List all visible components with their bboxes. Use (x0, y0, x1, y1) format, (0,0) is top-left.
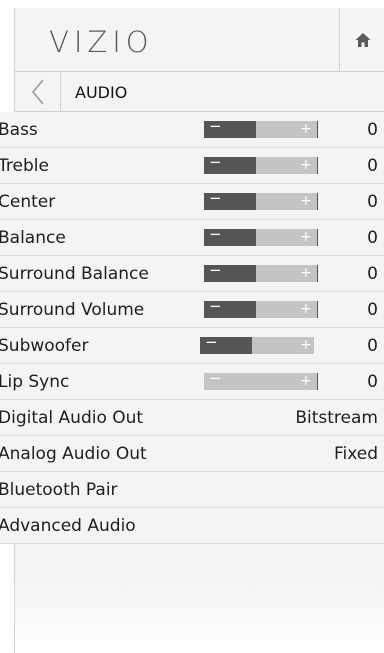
level-slider[interactable]: − + (204, 189, 318, 210)
minus-icon: − (209, 297, 222, 315)
minus-icon: − (209, 225, 222, 243)
menu-row-advanced-audio[interactable]: Advanced Audio (0, 508, 384, 544)
slider-end-tick (317, 229, 318, 246)
menu-row-surround-balance[interactable]: Surround Balance − +0 (0, 256, 384, 292)
minus-icon: − (209, 189, 222, 207)
page-title: AUDIO (75, 83, 128, 102)
plus-icon: + (300, 301, 312, 317)
row-label: Surround Balance (0, 264, 149, 284)
plus-icon: + (300, 193, 312, 209)
plus-icon: + (300, 229, 312, 245)
plus-icon: + (300, 121, 312, 137)
brand-logo: VIZIO (49, 25, 154, 59)
menu-row-bluetooth-pair[interactable]: Bluetooth Pair (0, 472, 384, 508)
slider-end-tick (317, 301, 318, 318)
level-slider[interactable]: − + (204, 297, 318, 318)
level-slider[interactable]: − + (204, 261, 318, 282)
level-slider[interactable]: − + (204, 117, 318, 138)
row-value: 0 (367, 228, 378, 248)
slider-end-tick (317, 121, 318, 138)
row-value: Fixed (333, 444, 378, 464)
row-value: 0 (367, 192, 378, 212)
plus-icon: + (300, 157, 312, 173)
home-icon (355, 33, 370, 47)
row-value: 0 (367, 264, 378, 284)
home-button[interactable] (339, 8, 384, 72)
back-arrow-icon (31, 78, 44, 105)
row-value: Bitstream (295, 408, 378, 428)
menu-row-bass[interactable]: Bass − +0 (0, 112, 384, 148)
level-slider[interactable]: − + (200, 333, 314, 354)
row-label: Surround Volume (0, 300, 145, 320)
menu-row-lip-sync[interactable]: Lip Sync − +0 (0, 364, 384, 400)
minus-icon: − (209, 117, 222, 135)
minus-icon: − (209, 261, 222, 279)
level-slider[interactable]: − + (204, 369, 318, 390)
menu-row-analog-audio-out[interactable]: Analog Audio Out Fixed (0, 436, 384, 472)
menu-row-center[interactable]: Center − +0 (0, 184, 384, 220)
menu-row-treble[interactable]: Treble − +0 (0, 148, 384, 184)
row-label: Lip Sync (0, 372, 70, 392)
breadcrumb: AUDIO (15, 72, 384, 112)
row-value: 0 (367, 300, 378, 320)
slider-end-tick (317, 265, 318, 282)
row-label: Center (0, 192, 56, 212)
row-label: Bass (0, 120, 38, 140)
slider-end-tick (317, 193, 318, 210)
menu-row-surround-volume[interactable]: Surround Volume − +0 (0, 292, 384, 328)
plus-icon: + (300, 265, 312, 281)
row-label: Advanced Audio (0, 516, 136, 536)
slider-end-tick (317, 373, 318, 390)
row-value: 0 (367, 120, 378, 140)
row-label: Subwoofer (0, 336, 89, 356)
minus-icon: − (209, 153, 222, 171)
menu-header: VIZIO (15, 8, 384, 72)
menu-row-balance[interactable]: Balance − +0 (0, 220, 384, 256)
menu-row-digital-audio-out[interactable]: Digital Audio Out Bitstream (0, 400, 384, 436)
level-slider[interactable]: − + (204, 153, 318, 174)
row-label: Analog Audio Out (0, 444, 147, 464)
minus-icon: − (209, 369, 222, 387)
row-label: Digital Audio Out (0, 408, 144, 428)
plus-icon: + (300, 373, 312, 389)
plus-icon: + (300, 337, 312, 353)
back-button[interactable] (15, 72, 61, 111)
slider-end-tick (317, 157, 318, 174)
row-label: Balance (0, 228, 66, 248)
row-value: 0 (367, 336, 378, 356)
row-label: Bluetooth Pair (0, 480, 118, 500)
level-slider[interactable]: − + (204, 225, 318, 246)
menu-row-subwoofer[interactable]: Subwoofer − +0 (0, 328, 384, 364)
minus-icon: − (205, 333, 218, 351)
row-value: 0 (367, 372, 378, 392)
row-value: 0 (367, 156, 378, 176)
row-label: Treble (0, 156, 49, 176)
